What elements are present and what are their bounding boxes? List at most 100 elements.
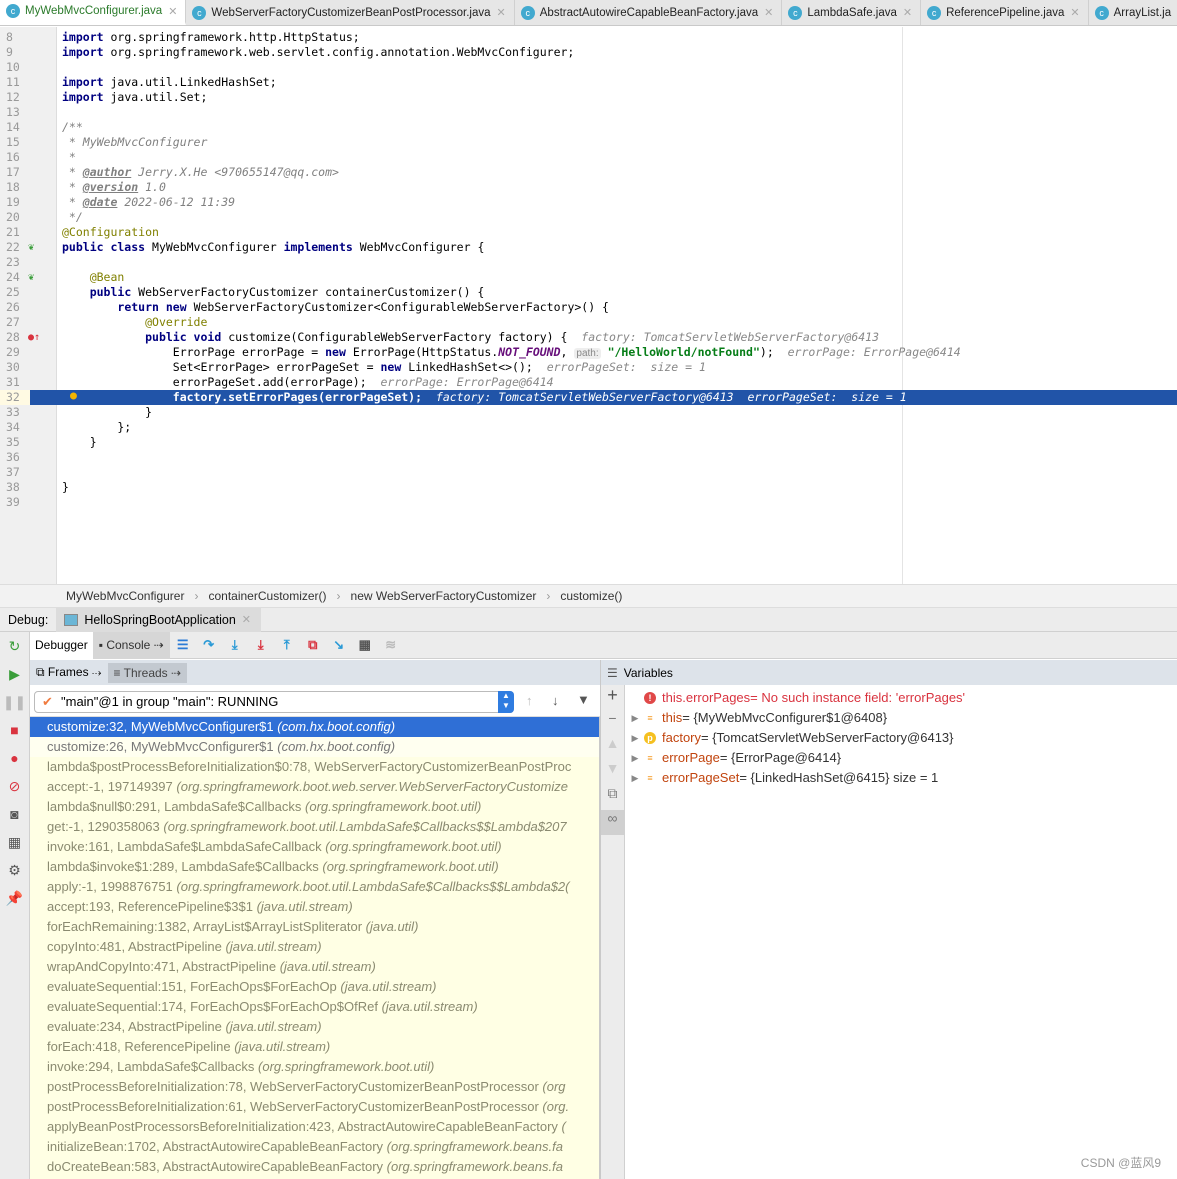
frame-item[interactable]: postProcessBeforeInitialization:61, WebS… bbox=[30, 1097, 599, 1117]
line-number[interactable]: 32 bbox=[0, 390, 30, 405]
frame-item[interactable]: customize:26, MyWebMvcConfigurer$1 (com.… bbox=[30, 737, 599, 757]
step-over-icon[interactable]: ↷ bbox=[196, 637, 222, 653]
frame-item[interactable]: applyBeanPostProcessorsBeforeInitializat… bbox=[30, 1117, 599, 1137]
copy-icon[interactable]: ⧉ bbox=[601, 785, 624, 810]
add-icon[interactable]: + bbox=[601, 685, 624, 710]
frame-item[interactable]: lambda$null$0:291, LambdaSafe$Callbacks … bbox=[30, 797, 599, 817]
move-down-icon[interactable]: ▼ bbox=[601, 760, 624, 785]
line-number[interactable]: 11 bbox=[0, 75, 30, 90]
drop-frame-icon[interactable]: ⧉ bbox=[300, 637, 326, 653]
close-icon[interactable]: ✕ bbox=[168, 5, 177, 18]
line-number[interactable]: 24 bbox=[0, 270, 30, 285]
expand-arrow-icon[interactable]: ▶ bbox=[626, 748, 644, 768]
line-number[interactable]: 15 bbox=[0, 135, 30, 150]
move-up-icon[interactable]: ▲ bbox=[601, 735, 624, 760]
frame-item[interactable]: invoke:161, LambdaSafe$LambdaSafeCallbac… bbox=[30, 837, 599, 857]
frame-item[interactable]: lambda$invoke$1:289, LambdaSafe$Callback… bbox=[30, 857, 599, 877]
frame-item[interactable]: doCreateBean:583, AbstractAutowireCapabl… bbox=[30, 1157, 599, 1177]
gear-icon[interactable]: ⚙ bbox=[0, 856, 29, 884]
frame-item[interactable]: evaluateSequential:174, ForEachOps$ForEa… bbox=[30, 997, 599, 1017]
tab-file[interactable]: c WebServerFactoryCustomizerBeanPostProce… bbox=[186, 0, 515, 25]
close-icon[interactable]: ✕ bbox=[764, 6, 773, 19]
frame-item[interactable]: wrapAndCopyInto:471, AbstractPipeline (j… bbox=[30, 957, 599, 977]
line-number[interactable]: 19 bbox=[0, 195, 30, 210]
tab-file[interactable]: c ArrayList.ja bbox=[1089, 0, 1177, 25]
frame-item[interactable]: invoke:294, LambdaSafe$Callbacks (org.sp… bbox=[30, 1057, 599, 1077]
remove-icon[interactable]: − bbox=[601, 710, 624, 735]
stop-icon[interactable]: ■ bbox=[0, 716, 29, 744]
expand-arrow-icon[interactable]: ▶ bbox=[626, 708, 644, 728]
code-editor[interactable]: 8 import org.springframework.http.HttpSta… bbox=[0, 27, 1177, 584]
layout-icon[interactable]: ▦ bbox=[0, 828, 29, 856]
expand-arrow-icon[interactable]: ▶ bbox=[626, 768, 644, 788]
line-number[interactable]: 17 bbox=[0, 165, 30, 180]
mute-breakpoints-icon[interactable]: ⊘ bbox=[0, 772, 29, 800]
close-icon[interactable]: ✕ bbox=[1070, 6, 1079, 19]
breadcrumb-item[interactable]: customize() bbox=[560, 589, 622, 603]
tab-debugger[interactable]: Debugger bbox=[30, 631, 93, 659]
chevron-updown-icon[interactable]: ▲ ▼ bbox=[498, 691, 514, 713]
expand-arrow-icon[interactable]: ▶ bbox=[626, 728, 644, 748]
menu-icon[interactable]: ☰ bbox=[601, 666, 624, 680]
tab-frames[interactable]: ⧉ Frames ⇢ bbox=[30, 665, 108, 680]
frame-item[interactable]: customize:32, MyWebMvcConfigurer$1 (com.… bbox=[30, 717, 599, 737]
line-number[interactable]: 10 bbox=[0, 60, 30, 75]
line-number[interactable]: 38 bbox=[0, 480, 30, 495]
line-number[interactable]: 34 bbox=[0, 420, 30, 435]
tab-file[interactable]: c MyWebMvcConfigurer.java ✕ bbox=[0, 0, 187, 25]
line-number[interactable]: 16 bbox=[0, 150, 30, 165]
frame-item[interactable]: initializeBean:1702, AbstractAutowireCap… bbox=[30, 1137, 599, 1157]
frame-item[interactable]: copyInto:481, AbstractPipeline (java.uti… bbox=[30, 937, 599, 957]
run-to-cursor-icon[interactable]: ↘ bbox=[326, 637, 352, 653]
variable-item[interactable]: ▶ ≡ errorPage = {ErrorPage@6414} bbox=[626, 748, 1177, 768]
glasses-icon[interactable]: ∞ bbox=[601, 810, 624, 835]
frame-item[interactable]: accept:193, ReferencePipeline$3$1 (java.… bbox=[30, 897, 599, 917]
frame-item[interactable]: get:-1, 1290358063 (org.springframework.… bbox=[30, 817, 599, 837]
line-number[interactable]: 23 bbox=[0, 255, 30, 270]
frame-item[interactable]: evaluateSequential:151, ForEachOps$ForEa… bbox=[30, 977, 599, 997]
pause-icon[interactable]: ❚❚ bbox=[0, 688, 29, 716]
line-number[interactable]: 14 bbox=[0, 120, 30, 135]
frame-item[interactable]: evaluate:234, AbstractPipeline (java.uti… bbox=[30, 1017, 599, 1037]
line-number[interactable]: 30 bbox=[0, 360, 30, 375]
resume-icon[interactable]: ▶ bbox=[0, 660, 29, 688]
line-number[interactable]: 21 bbox=[0, 225, 30, 240]
tab-file[interactable]: c AbstractAutowireCapableBeanFactory.java… bbox=[515, 0, 783, 25]
line-number[interactable]: 28 bbox=[0, 330, 30, 345]
tab-file[interactable]: c LambdaSafe.java ✕ bbox=[782, 0, 922, 25]
tab-console[interactable]: ▪ Console ⇢ bbox=[92, 631, 170, 659]
up-arrow-icon[interactable]: ↑ bbox=[526, 693, 533, 708]
frame-item[interactable]: accept:-1, 197149397 (org.springframewor… bbox=[30, 777, 599, 797]
line-number[interactable]: 13 bbox=[0, 105, 30, 120]
frame-item[interactable]: apply:-1, 1998876751 (org.springframewor… bbox=[30, 877, 599, 897]
line-number[interactable]: 33 bbox=[0, 405, 30, 420]
show-execution-point-icon[interactable]: ☰ bbox=[170, 637, 196, 653]
view-breakpoints-icon[interactable]: ● bbox=[0, 744, 29, 772]
frame-item[interactable]: postProcessBeforeInitialization:78, WebS… bbox=[30, 1077, 599, 1097]
variable-item[interactable]: ▶ p factory = {TomcatServletWebServerFacto… bbox=[626, 728, 1177, 748]
rerun-icon[interactable]: ↻ bbox=[0, 632, 29, 660]
line-number[interactable]: 8 bbox=[0, 30, 30, 45]
line-number[interactable]: 37 bbox=[0, 465, 30, 480]
down-arrow-icon[interactable]: ↓ bbox=[552, 693, 559, 708]
line-number[interactable]: 27 bbox=[0, 315, 30, 330]
line-number[interactable]: 36 bbox=[0, 450, 30, 465]
line-number[interactable]: 39 bbox=[0, 495, 30, 510]
frame-item[interactable]: forEach:418, ReferencePipeline (java.uti… bbox=[30, 1037, 599, 1057]
line-number[interactable]: 31 bbox=[0, 375, 30, 390]
camera-icon[interactable]: ◙ bbox=[0, 800, 29, 828]
line-number[interactable]: 26 bbox=[0, 300, 30, 315]
filter-icon[interactable]: ▼ bbox=[577, 692, 590, 707]
breadcrumb-item[interactable]: MyWebMvcConfigurer bbox=[66, 589, 184, 603]
session-tab[interactable]: HelloSpringBootApplication ✕ bbox=[56, 607, 262, 632]
frame-item[interactable]: forEachRemaining:1382, ArrayList$ArrayLi… bbox=[30, 917, 599, 937]
thread-select[interactable]: ✔ "main"@1 in group "main": RUNNING ▲ ▼ bbox=[34, 691, 514, 713]
line-number[interactable]: 9 bbox=[0, 45, 30, 60]
line-number[interactable]: 25 bbox=[0, 285, 30, 300]
close-icon[interactable]: ✕ bbox=[242, 613, 251, 626]
pin-icon[interactable]: 📌 bbox=[0, 884, 29, 912]
line-number[interactable]: 35 bbox=[0, 435, 30, 450]
breadcrumb-item[interactable]: containerCustomizer() bbox=[208, 589, 326, 603]
close-icon[interactable]: ✕ bbox=[903, 6, 912, 19]
step-out-icon[interactable]: ⤒ bbox=[274, 637, 300, 653]
